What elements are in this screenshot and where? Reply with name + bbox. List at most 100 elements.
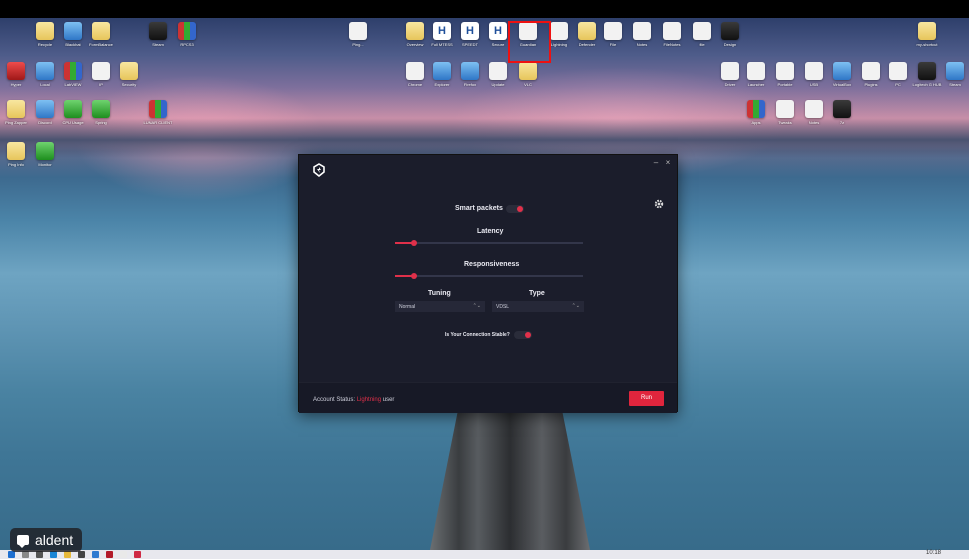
- desktop-icon-label: CPU Usage: [62, 120, 84, 125]
- desktop-icon[interactable]: 7z: [827, 100, 857, 125]
- desktop-icon[interactable]: Notes: [627, 22, 657, 47]
- desktop-icon-label: Explorer: [434, 82, 450, 87]
- taskbar-clock[interactable]: 10:18: [926, 550, 941, 556]
- desktop-icon[interactable]: LUNAR CLIENT: [143, 100, 173, 125]
- desktop-icon-image: [805, 100, 823, 118]
- desktop-icon-image: [918, 62, 936, 80]
- type-select[interactable]: VDSL ⌃⌄: [492, 301, 584, 312]
- run-button[interactable]: Run: [629, 391, 664, 406]
- highlight-box: [508, 21, 551, 63]
- desktop-icon-label: Steam: [152, 42, 164, 47]
- edge-icon[interactable]: [50, 551, 57, 558]
- desktop-icon[interactable]: VLC: [513, 62, 543, 87]
- desktop-icon[interactable]: Notes: [799, 100, 829, 125]
- desktop-icon[interactable]: Apps: [741, 100, 771, 125]
- desktop-icon-label: Spring: [95, 120, 107, 125]
- latency-slider[interactable]: [395, 240, 583, 246]
- desktop-icon-label: Design: [723, 42, 737, 47]
- desktop-icon-label: Tweaks: [778, 120, 792, 125]
- desktop-icon[interactable]: Tweaks: [770, 100, 800, 125]
- wallpaper-pier: [430, 406, 590, 550]
- desktop-icon-image: [550, 22, 568, 40]
- window-titlebar[interactable]: – ×: [299, 155, 677, 183]
- desktop-icon[interactable]: Ping...: [343, 22, 373, 47]
- desktop-icon[interactable]: Chrome: [400, 62, 430, 87]
- desktop-icon[interactable]: CPU Usage: [58, 100, 88, 125]
- windows-icon[interactable]: [8, 551, 15, 558]
- desktop-icon[interactable]: Update: [483, 62, 513, 87]
- desktop-icon[interactable]: Security: [114, 62, 144, 87]
- desktop-icon-image: [7, 62, 25, 80]
- desktop-icon[interactable]: LabVIEW: [58, 62, 88, 87]
- desktop-icon[interactable]: RPCS3: [172, 22, 202, 47]
- responsiveness-slider[interactable]: [395, 273, 583, 279]
- desktop-icon[interactable]: Spring: [86, 100, 116, 125]
- minimize-button[interactable]: –: [651, 158, 661, 168]
- desktop-icon-image: H: [461, 22, 479, 40]
- desktop-icon[interactable]: Local: [30, 62, 60, 87]
- desktop-icon[interactable]: Ping Zapper: [1, 100, 31, 125]
- desktop-icon[interactable]: H Full MTESS: [427, 22, 457, 47]
- desktop-icon[interactable]: Launcher: [741, 62, 771, 87]
- desktop-icon-image: [64, 62, 82, 80]
- desktop-icon-image: [862, 62, 880, 80]
- desktop-icon[interactable]: Blackhat: [58, 22, 88, 47]
- desktop-icon[interactable]: Ping Info: [1, 142, 31, 167]
- desktop-icon[interactable]: H SPEEDT: [455, 22, 485, 47]
- desktop-icon[interactable]: FormBalance: [86, 22, 116, 47]
- explorer-icon[interactable]: [64, 551, 71, 558]
- desktop-icon-label: USB: [809, 82, 819, 87]
- desktop-icon-label: IP: [99, 82, 103, 87]
- desktop-icon-image: [833, 62, 851, 80]
- desktop-icon[interactable]: FileNotes: [657, 22, 687, 47]
- desktop-icon-image: H: [433, 22, 451, 40]
- desktop-icon[interactable]: Steam: [940, 62, 969, 87]
- desktop-icon[interactable]: Design: [715, 22, 745, 47]
- task-view-icon[interactable]: [36, 551, 43, 558]
- desktop-icon-label: Plugins: [864, 82, 878, 87]
- desktop-icon-label: Ping Info: [8, 162, 24, 167]
- responsiveness-label: Responsiveness: [464, 261, 520, 268]
- connection-stable-toggle[interactable]: [514, 331, 532, 339]
- desktop-icon-label: Notes: [808, 120, 820, 125]
- responsiveness-slider-thumb[interactable]: [410, 273, 417, 279]
- close-button[interactable]: ×: [663, 158, 673, 168]
- desktop-icon[interactable]: Monitor: [30, 142, 60, 167]
- account-status-label: Account Status:: [313, 397, 356, 403]
- desktop-icon[interactable]: Steam: [143, 22, 173, 47]
- desktop-icon[interactable]: IP: [86, 62, 116, 87]
- lightning-app-window: – × Smart packets Latency Responsiveness…: [298, 154, 678, 413]
- latency-label: Latency: [477, 228, 504, 235]
- desktop-icon[interactable]: Portable: [770, 62, 800, 87]
- mail-icon[interactable]: [92, 551, 99, 558]
- desktop-icon-image: [519, 62, 537, 80]
- app-icon[interactable]: [106, 551, 113, 558]
- gear-icon[interactable]: [654, 199, 664, 209]
- desktop-icon-label: Hyper: [10, 82, 22, 87]
- desktop-icon[interactable]: Overview: [400, 22, 430, 47]
- desktop-icon[interactable]: Plugins: [856, 62, 886, 87]
- search-icon[interactable]: [22, 551, 29, 558]
- desktop-icon-image: [833, 100, 851, 118]
- desktop-icon[interactable]: Recycle: [30, 22, 60, 47]
- desktop-icon[interactable]: Discord: [30, 100, 60, 125]
- desktop-icon[interactable]: Explorer: [427, 62, 457, 87]
- desktop-icon[interactable]: Hyper: [1, 62, 31, 87]
- lightning-icon[interactable]: [134, 551, 141, 558]
- desktop-icon[interactable]: Firefox: [455, 62, 485, 87]
- store-icon[interactable]: [78, 551, 85, 558]
- desktop-icon[interactable]: file: [687, 22, 717, 47]
- smart-packets-toggle[interactable]: [506, 205, 524, 213]
- desktop-icon[interactable]: PC: [883, 62, 913, 87]
- desktop-icon[interactable]: Logitech G HUB: [912, 62, 942, 87]
- desktop-icon[interactable]: VirtualBox: [827, 62, 857, 87]
- chrome-icon[interactable]: [120, 551, 127, 558]
- select-arrows-icon: ⌃⌄: [571, 303, 580, 309]
- desktop-icon-label: file: [699, 42, 705, 47]
- desktop-icon[interactable]: my-shortcut: [912, 22, 942, 47]
- desktop-icon[interactable]: USB: [799, 62, 829, 87]
- tuning-select[interactable]: Normal ⌃⌄: [395, 301, 485, 312]
- desktop-icon[interactable]: File: [598, 22, 628, 47]
- desktop-icon-image: [36, 100, 54, 118]
- latency-slider-thumb[interactable]: [410, 240, 417, 246]
